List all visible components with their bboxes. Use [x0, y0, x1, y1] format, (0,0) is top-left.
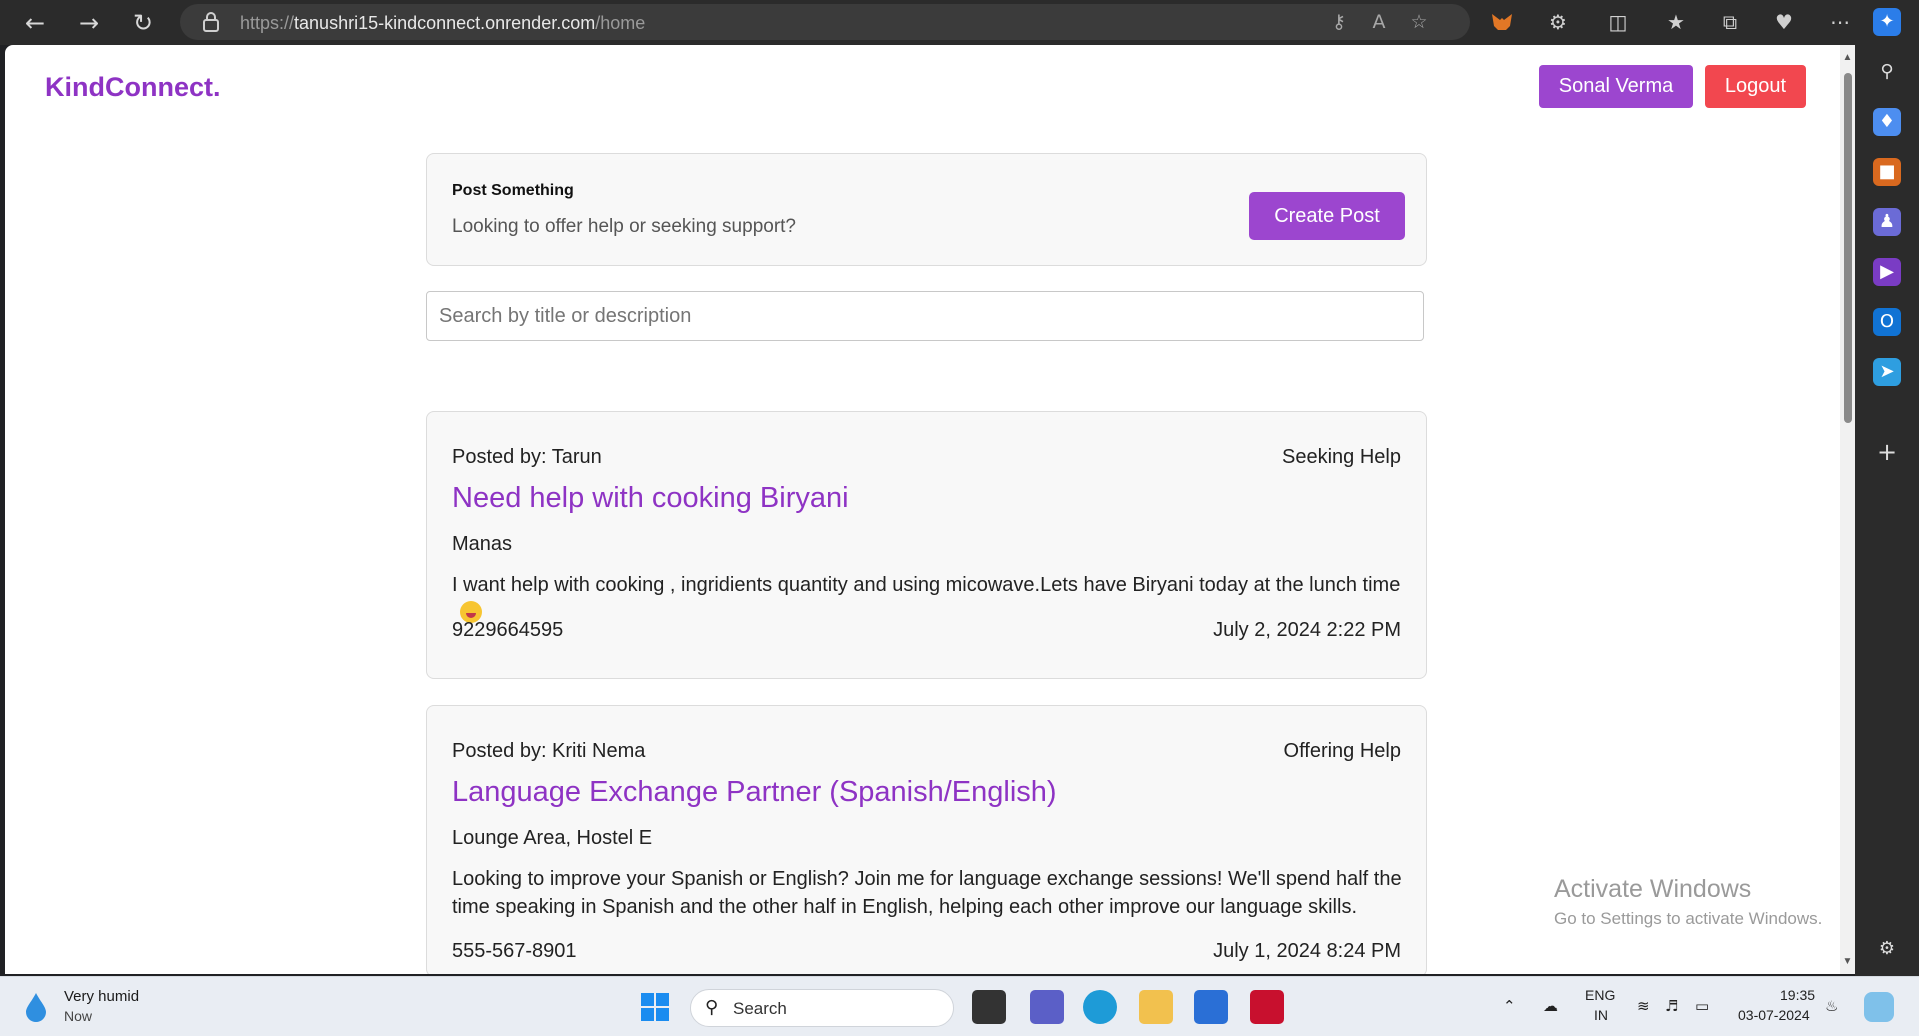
url-text: https://tanushri15-kindconnect.onrender.…: [240, 13, 646, 33]
create-post-button[interactable]: Create Post: [1249, 192, 1405, 240]
refresh-icon[interactable]: ↻: [126, 6, 160, 40]
teams-icon[interactable]: [1030, 990, 1064, 1024]
post-type-badge: Offering Help: [1283, 740, 1401, 762]
volume-icon[interactable]: ♬: [1665, 997, 1678, 1015]
search-icon[interactable]: ⚲: [1873, 58, 1901, 86]
mcafee-icon[interactable]: [1250, 990, 1284, 1024]
copilot-icon[interactable]: ✦: [1873, 8, 1901, 36]
page-viewport: KindConnect. Sonal Verma Logout Post Som…: [5, 45, 1849, 974]
copilot-app-icon[interactable]: ▶: [1873, 258, 1901, 286]
forward-icon[interactable]: →: [72, 6, 106, 40]
taskbar-search[interactable]: ⚲ Search: [690, 989, 954, 1027]
weather-time: Now: [64, 1008, 93, 1024]
post-title[interactable]: Language Exchange Partner (Spanish/Engli…: [452, 776, 1057, 809]
file-explorer-icon[interactable]: [1139, 990, 1173, 1024]
language-indicator[interactable]: ENG: [1585, 987, 1615, 1003]
post-type-badge: Seeking Help: [1282, 446, 1401, 468]
outlook-icon[interactable]: O: [1873, 308, 1901, 336]
battery-icon[interactable]: ▭: [1695, 997, 1709, 1015]
split-screen-icon[interactable]: ◫: [1604, 8, 1632, 36]
weather-text[interactable]: Very humid: [64, 988, 139, 1005]
settings-gear-icon[interactable]: ⚙: [1873, 935, 1901, 963]
collections-icon[interactable]: ⧉: [1716, 8, 1744, 36]
clock-time[interactable]: 19:35: [1780, 987, 1815, 1003]
address-bar[interactable]: https://tanushri15-kindconnect.onrender.…: [180, 4, 1470, 40]
post-author: Posted by: Kriti Nema: [452, 740, 646, 762]
onedrive-icon[interactable]: ☁: [1543, 997, 1558, 1015]
wifi-icon[interactable]: ≋: [1637, 997, 1650, 1015]
search-input[interactable]: [426, 291, 1424, 341]
page-scrollbar[interactable]: ▲ ▼: [1840, 45, 1855, 974]
favorite-star-icon[interactable]: ☆: [1408, 11, 1430, 33]
tools-briefcase-icon[interactable]: ■: [1873, 158, 1901, 186]
composer-title: Post Something: [452, 182, 574, 199]
post-author: Posted by: Tarun: [452, 446, 602, 468]
search-icon: ⚲: [705, 997, 719, 1018]
extensions-icon[interactable]: ⚙: [1544, 8, 1572, 36]
copilot-taskbar-icon[interactable]: [1864, 992, 1894, 1022]
composer-subtitle: Looking to offer help or seeking support…: [452, 216, 796, 237]
clock-date[interactable]: 03-07-2024: [1738, 1007, 1810, 1023]
browser-sidebar: ✦ ⚲ ♦ ■ ♟ ▶ O ➤ + ⚙: [1855, 0, 1919, 976]
post-location: Manas: [452, 533, 513, 555]
region-indicator: IN: [1594, 1007, 1608, 1023]
windows-start-icon[interactable]: [638, 990, 672, 1024]
read-aloud-icon[interactable]: A: [1368, 11, 1390, 33]
microsoft-store-icon[interactable]: [1194, 990, 1228, 1024]
back-icon[interactable]: ←: [18, 6, 52, 40]
post-card[interactable]: Posted by: Tarun Seeking Help Need help …: [426, 411, 1427, 679]
more-options-icon[interactable]: ⋯: [1826, 8, 1854, 36]
post-composer-card: Post Something Looking to offer help or …: [426, 153, 1427, 266]
notification-bell-icon[interactable]: ♨: [1825, 997, 1838, 1015]
windows-taskbar: Very humid Now ⚲ Search ⌃ ☁ ENG IN ≋ ♬ ▭…: [0, 976, 1919, 1036]
lock-icon: [203, 12, 219, 32]
post-date: July 2, 2024 2:22 PM: [1213, 619, 1401, 641]
send-icon[interactable]: ➤: [1873, 358, 1901, 386]
activate-windows-subtitle: Go to Settings to activate Windows.: [1554, 909, 1823, 928]
post-title[interactable]: Need help with cooking Biryani: [452, 482, 849, 515]
post-description: I want help with cooking , ingridients q…: [452, 574, 1401, 596]
taskbar-search-label: Search: [733, 999, 787, 1018]
post-phone: 9229664595: [452, 619, 564, 641]
scroll-down-icon[interactable]: ▼: [1842, 957, 1853, 967]
browser-toolbar: ← → ↻ https://tanushri15-kindconnect.onr…: [0, 0, 1919, 45]
brand-logo[interactable]: KindConnect.: [45, 72, 221, 103]
metamask-icon[interactable]: [1488, 8, 1516, 36]
activate-windows-title: Activate Windows: [1554, 875, 1752, 903]
post-description: Looking to improve your Spanish or Engli…: [452, 868, 1402, 918]
show-hidden-icons-icon[interactable]: ⌃: [1503, 997, 1516, 1015]
key-icon[interactable]: ⚷: [1328, 11, 1350, 33]
humidity-drop-icon[interactable]: [22, 991, 50, 1023]
browser-essentials-icon[interactable]: ♥: [1770, 8, 1798, 36]
post-phone: 555-567-8901: [452, 940, 577, 962]
post-location: Lounge Area, Hostel E: [452, 827, 653, 849]
favorites-icon[interactable]: ★: [1662, 8, 1690, 36]
post-card[interactable]: Posted by: Kriti Nema Offering Help Lang…: [426, 705, 1427, 974]
logout-button[interactable]: Logout: [1705, 65, 1806, 108]
post-date: July 1, 2024 8:24 PM: [1213, 940, 1401, 962]
task-view-icon[interactable]: [972, 990, 1006, 1024]
scrollbar-thumb[interactable]: [1844, 73, 1852, 423]
add-icon[interactable]: +: [1873, 438, 1901, 466]
scroll-up-icon[interactable]: ▲: [1842, 53, 1853, 63]
edge-icon[interactable]: [1083, 990, 1117, 1024]
user-profile-button[interactable]: Sonal Verma: [1539, 65, 1693, 108]
shopping-tag-icon[interactable]: ♦: [1873, 108, 1901, 136]
games-icon[interactable]: ♟: [1873, 208, 1901, 236]
